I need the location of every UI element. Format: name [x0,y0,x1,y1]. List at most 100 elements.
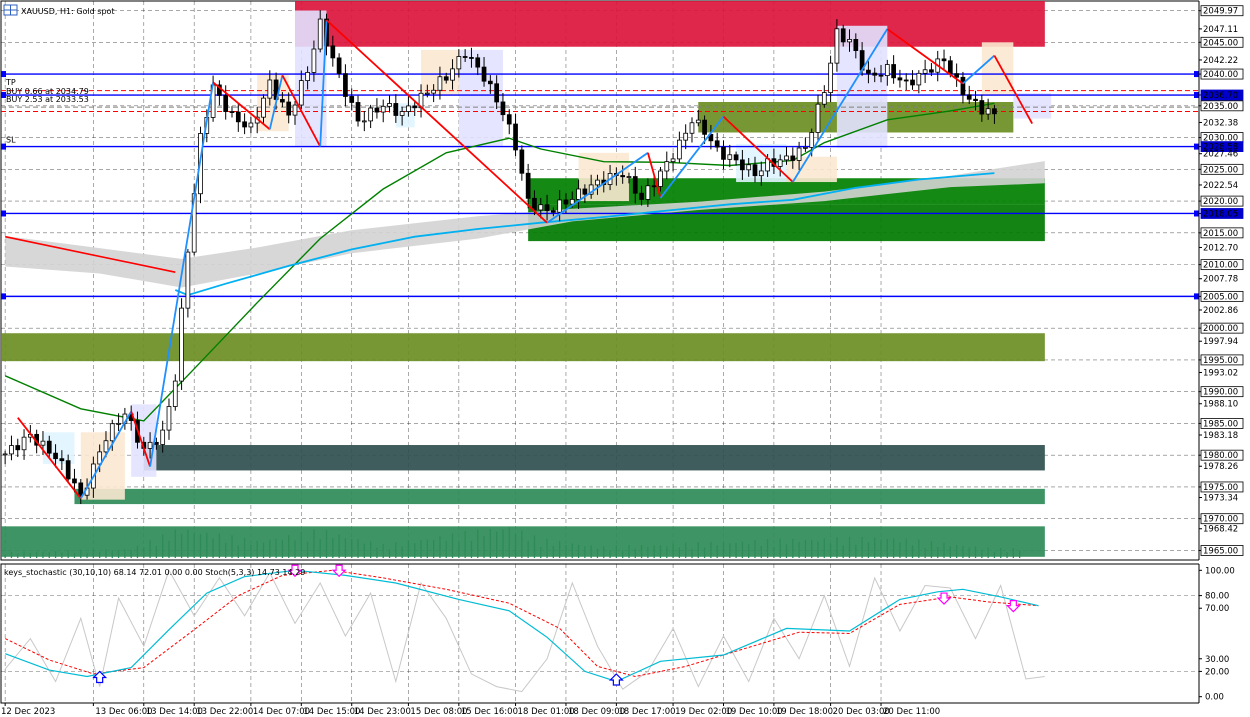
candle-body [305,72,310,82]
price-tick-label: 1997.94 [1203,337,1238,347]
candle-body [947,60,953,75]
candle-body [651,185,657,188]
stop-loss-label: SL [6,136,16,145]
candle-body [456,56,462,70]
price-tick-label: 1978.26 [1203,462,1238,472]
candle-body [368,107,373,122]
price-tick-label: 1975.00 [1203,483,1238,493]
price-tick-label: 2020.00 [1203,197,1238,207]
price-tick-label: 1968.42 [1203,525,1238,535]
candle-body [462,56,468,58]
candle-body [431,89,436,94]
price-tick-label: 2042.22 [1203,56,1238,66]
candle-body [160,429,166,445]
time-tick-label: 18 Dec 17:00 [618,707,675,717]
time-tick-label: 13 Dec 14:00 [146,707,203,717]
candle-body [355,102,361,122]
candle-body [538,204,544,211]
price-tick-label: 2049.97 [1203,7,1238,17]
candle-body [727,154,733,160]
candle-body [803,146,808,149]
time-tick-label: 13 Dec 06:00 [95,707,152,717]
time-tick-label: 12 Dec 2023 [1,707,55,717]
chart-title: XAUUSD, H1: Gold spot [21,7,115,16]
price-tick-label: 2032.38 [1203,118,1238,128]
price-line-marker [1194,71,1199,78]
candle-body [179,307,184,382]
candle-body [475,57,481,68]
candle-body [374,107,380,113]
candle-body [147,441,153,449]
candle-body [223,95,229,112]
price-line-marker [1194,92,1199,99]
candle-body [229,111,235,113]
candle-body [267,79,273,99]
candle-body [242,121,247,128]
candle-body [412,105,418,109]
candle-body [922,69,928,74]
candle-body [664,161,670,172]
price-line-marker [1194,210,1199,217]
price-tick-label: 2007.78 [1203,275,1238,285]
price-zone [143,445,1045,471]
candle-body [897,77,903,81]
price-tick-label: 2000.00 [1203,324,1238,334]
candle-body [9,445,14,455]
price-tick-label: 1993.02 [1203,368,1238,378]
price-zone [74,488,1045,505]
time-tick-label: 18 Dec 09:00 [568,707,625,717]
candle-body [878,74,884,77]
candle-body [884,64,890,76]
candle-body [595,179,600,186]
candle-body [172,380,178,407]
time-tick-label: 19 Dec 18:00 [776,707,833,717]
candle-body [721,146,726,160]
candle-body [317,18,323,50]
price-zone [1,333,1045,362]
price-tick-label: 1990.00 [1203,388,1238,398]
candle-body [941,58,947,62]
candle-body [714,140,720,148]
candle-body [424,92,430,95]
candle-body [487,80,493,85]
price-tick-label: 2002.86 [1203,306,1238,316]
price-tick-label: 2018.05 [1203,209,1238,219]
candle-body [891,64,896,79]
candle-body [330,45,336,59]
candle-body [576,188,581,200]
price-line-marker [1,71,6,78]
candle-body [393,103,399,116]
price-tick-label: 1995.00 [1203,356,1238,366]
price-line-marker [1,293,6,300]
candle-body [59,458,65,462]
candle-body [292,104,298,116]
candle-body [513,123,518,151]
candle-body [853,39,859,51]
candle-body [992,108,997,115]
price-tick-label: 2012.70 [1203,243,1238,253]
candle-body [65,460,71,480]
price-line-marker [1194,293,1199,300]
candle-body [979,100,985,115]
candle-body [72,478,77,484]
candle-body [632,176,638,194]
candle-body [834,28,840,64]
price-tick-label: 2035.00 [1203,102,1238,112]
candle-body [21,436,27,451]
candle-body [53,452,58,460]
candle-body [903,79,909,82]
candle-body [557,199,563,213]
candle-body [866,69,871,74]
candle-body [349,96,355,103]
time-tick-label: 18 Dec 01:00 [518,707,575,717]
candle-body [639,192,644,200]
candle-body [185,251,191,309]
candlestick-chart[interactable]: TP SL 2049.97 2047.11 2045.00 2042.22 2040.00… [0,0,1250,717]
candle-body [689,122,695,134]
candle-body [973,98,978,101]
stochastic-tick-label: 0.00 [1205,693,1224,703]
candle-body [286,101,292,116]
candle-body [620,175,626,178]
price-tick-label: 2036.70 [1203,91,1238,101]
candle-body [777,159,783,167]
